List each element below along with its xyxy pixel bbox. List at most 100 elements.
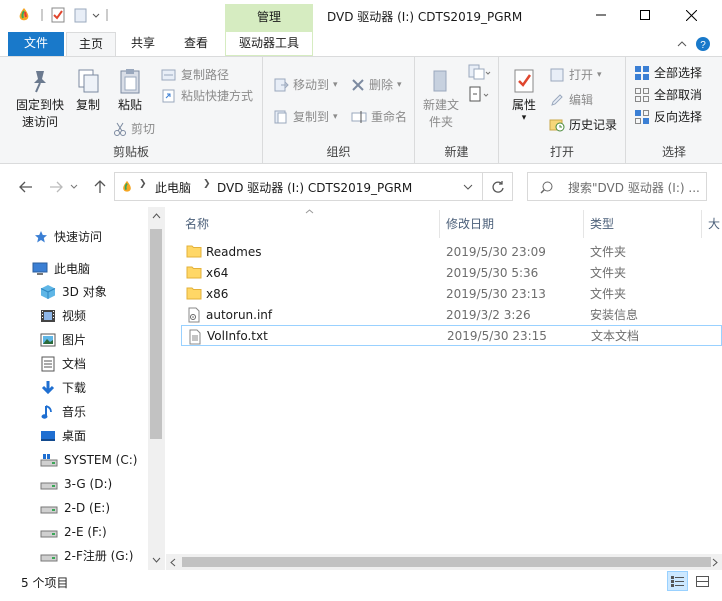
chevron-down-icon[interactable] [463,184,473,190]
customize-chevron-icon[interactable] [91,7,107,23]
address-row: ❯ 此电脑 ❯ DVD 驱动器 (I:) CDTS2019_PGRM 搜索"DV… [0,165,722,207]
nav-item[interactable]: 文档 [40,353,148,375]
minimize-button[interactable] [578,0,624,30]
nav-item[interactable]: 桌面 [40,425,148,447]
scroll-down-icon[interactable] [152,557,161,563]
column-date[interactable]: 修改日期 [446,214,494,234]
file-row[interactable]: x64 2019/5/30 5:36 文件夹 [181,262,722,283]
scroll-right-icon[interactable] [712,558,718,567]
nav-item-label: 2-E (F:) [64,525,107,539]
pin-quick-access-button[interactable]: 固定到快速访问 [12,67,68,131]
invert-selection-button[interactable]: 反向选择 [634,107,702,127]
breadcrumb-separator-icon[interactable]: ❯ [139,179,147,189]
tab-view[interactable]: 查看 [170,32,222,56]
breadcrumb-this-pc[interactable]: 此电脑 [155,179,191,196]
breadcrumb-separator-icon[interactable]: ❯ [203,179,211,189]
tab-drive-tools[interactable]: 驱动器工具 [225,32,313,56]
easy-access-button[interactable] [467,85,491,108]
nav-quick-access[interactable]: 快速访问 [34,226,148,248]
search-input[interactable]: 搜索"DVD 驱动器 (I:) ... [527,172,707,201]
rename-button[interactable]: 重命名 [351,107,407,127]
column-divider[interactable] [583,210,584,238]
nav-item[interactable]: 3D 对象 [40,281,148,303]
copy-to-button[interactable]: 复制到 ▾ [273,107,338,127]
breadcrumb-current[interactable]: DVD 驱动器 (I:) CDTS2019_PGRM [217,179,412,196]
nav-item[interactable]: SYSTEM (C:) [40,449,148,471]
drive-icon [40,524,58,540]
column-divider[interactable] [701,210,702,238]
edit-button[interactable]: 编辑 [549,90,593,110]
horizontal-scroll-thumb[interactable] [182,557,711,567]
minimize-ribbon-button[interactable] [676,38,688,53]
cut-button[interactable]: 剪切 [113,119,155,139]
back-button[interactable] [16,177,36,197]
up-button[interactable] [90,177,110,197]
nav-item[interactable]: 2-E (F:) [40,521,148,543]
copy-button[interactable]: 复制 [70,67,106,114]
close-button[interactable] [668,0,714,30]
nav-item[interactable]: 视频 [40,305,148,327]
file-date: 2019/5/30 23:15 [447,328,547,343]
nav-item[interactable]: 3-G (D:) [40,473,148,495]
tab-share[interactable]: 共享 [118,32,168,56]
paste-shortcut-button[interactable]: 粘贴快捷方式 [161,86,253,106]
copy-to-label: 复制到 [293,110,330,124]
new-folder-button[interactable]: 新建文件夹 [421,67,461,131]
select-none-button[interactable]: 全部取消 [634,85,702,105]
move-to-button[interactable]: 移动到 ▾ [273,75,338,95]
nav-item[interactable]: 2-F注册 (G:) [40,545,148,567]
nav-item[interactable]: 下载 [40,377,148,399]
file-date: 2019/5/30 5:36 [446,265,539,280]
nav-item[interactable]: 2-D (E:) [40,497,148,519]
recent-locations-button[interactable] [68,177,80,197]
maximize-icon [640,10,650,20]
new-item-button[interactable] [467,63,491,86]
details-view-button[interactable] [667,571,688,591]
colorful-drop-icon[interactable] [16,7,32,23]
column-name[interactable]: 名称 [185,214,209,234]
nav-item[interactable]: 音乐 [40,401,148,423]
tab-home[interactable]: 主页 [66,32,116,57]
large-icons-view-button[interactable] [692,572,712,591]
tab-file[interactable]: 文件 [8,32,64,56]
nav-scroll-thumb[interactable] [150,229,162,439]
new-folder-icon[interactable] [73,7,89,23]
file-row[interactable]: autorun.inf 2019/3/2 3:26 安装信息 [181,304,722,325]
help-button[interactable]: ? [695,36,711,55]
delete-button[interactable]: 删除 ▾ [351,75,402,95]
documents-icon [40,356,56,372]
move-to-label: 移动到 [293,78,330,92]
open-button[interactable]: 打开 ▾ [549,65,602,85]
status-bar: 5 个项目 [0,570,722,601]
file-row[interactable]: VolInfo.txt 2019/5/30 23:15 文本文档 [181,325,722,346]
edit-label: 编辑 [569,93,594,107]
file-type: 文本文档 [591,329,640,343]
column-type[interactable]: 类型 [590,214,614,234]
file-row[interactable]: x86 2019/5/30 23:13 文件夹 [181,283,722,304]
copy-path-button[interactable]: 复制路径 [161,65,229,85]
properties-button[interactable]: 属性 ▾ [507,67,541,123]
paste-button[interactable]: 粘贴 [110,67,150,114]
forward-button[interactable] [46,177,66,197]
select-none-label: 全部取消 [654,88,703,102]
history-button[interactable]: 历史记录 [549,115,617,135]
refresh-button[interactable] [483,172,513,201]
column-divider[interactable] [439,210,440,238]
maximize-button[interactable] [622,0,668,30]
3d-objects-icon [40,284,56,300]
column-size[interactable]: 大 [708,214,720,234]
open-group-label: 打开 [549,145,574,159]
ribbon-tab-row: 文件 主页 共享 查看 驱动器工具 ? [0,32,722,57]
file-row[interactable]: Readmes 2019/5/30 23:09 文件夹 [181,241,722,262]
pin-icon [34,71,46,93]
tab-manage[interactable]: 管理 [225,4,313,32]
nav-item-label: 文档 [62,357,87,371]
select-all-button[interactable]: 全部选择 [634,63,702,83]
scroll-up-icon[interactable] [152,213,161,219]
properties-check-icon[interactable] [50,7,66,23]
address-bar[interactable]: ❯ 此电脑 ❯ DVD 驱动器 (I:) CDTS2019_PGRM [114,172,483,201]
scroll-left-icon[interactable] [170,558,176,567]
nav-this-pc[interactable]: 此电脑 [32,258,148,280]
arrow-right-icon [50,181,63,193]
nav-item[interactable]: 图片 [40,329,148,351]
